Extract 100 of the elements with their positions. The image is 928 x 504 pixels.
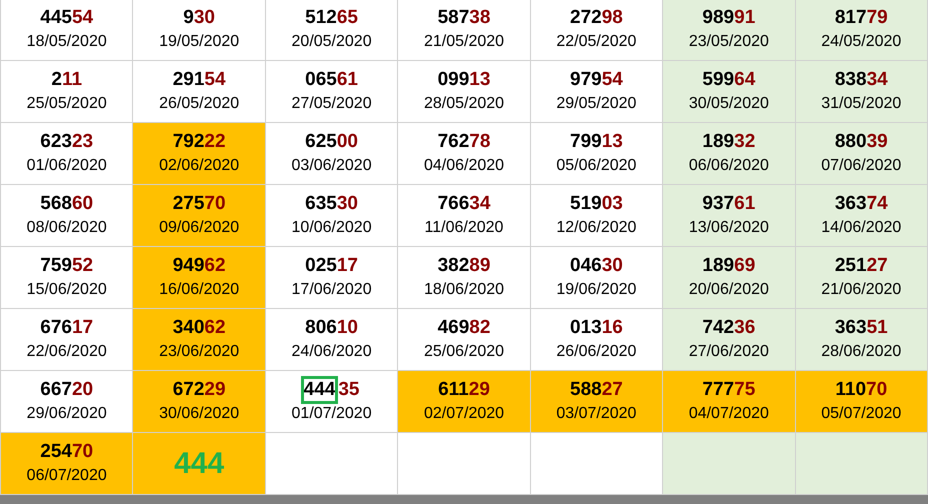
- lottery-number: 11070: [835, 379, 888, 401]
- draw-date: 01/06/2020: [26, 156, 107, 176]
- lottery-number: 27570: [172, 193, 226, 215]
- draw-date: 25/05/2020: [26, 94, 107, 114]
- draw-date: 19/05/2020: [159, 32, 240, 52]
- draw-date: 29/06/2020: [26, 404, 107, 424]
- lottery-number: 211: [51, 69, 82, 91]
- draw-date: 25/06/2020: [424, 342, 504, 362]
- lottery-number: 79913: [570, 131, 623, 153]
- draw-date: 18/06/2020: [424, 280, 504, 300]
- lottery-number: 76634: [438, 193, 490, 215]
- lottery-number: 77775: [702, 379, 756, 401]
- lottery-number: 59964: [702, 69, 756, 91]
- lottery-number: 61129: [438, 379, 490, 401]
- draw-date: 06/07/2020: [26, 466, 107, 486]
- lottery-number: 67617: [40, 317, 94, 339]
- draw-date: 10/06/2020: [292, 218, 372, 238]
- draw-date: 31/05/2020: [821, 94, 902, 114]
- draw-date: 14/06/2020: [821, 218, 902, 238]
- draw-date: 04/07/2020: [688, 404, 769, 424]
- lottery-number: 56860: [40, 193, 94, 215]
- draw-date: 29/05/2020: [556, 94, 636, 114]
- lottery-number: 36374: [834, 193, 888, 215]
- draw-date: 27/05/2020: [292, 94, 372, 114]
- draw-date: 22/05/2020: [556, 32, 636, 52]
- lottery-number: 02517: [305, 255, 358, 277]
- draw-date: 05/07/2020: [821, 404, 902, 424]
- draw-date: 03/07/2020: [556, 404, 636, 424]
- draw-date: 02/06/2020: [159, 156, 240, 176]
- lottery-number: 98991: [702, 7, 756, 29]
- lottery-number: 18932: [702, 131, 756, 153]
- lottery-number: 18969: [702, 255, 756, 277]
- lottery-number: 88039: [834, 131, 888, 153]
- draw-date: 17/06/2020: [292, 280, 372, 300]
- lottery-number: 29154: [172, 69, 226, 91]
- draw-date: 05/06/2020: [556, 156, 636, 176]
- lottery-number: 04630: [570, 255, 623, 277]
- draw-date: 27/06/2020: [688, 342, 769, 362]
- draw-date: 21/06/2020: [821, 280, 902, 300]
- draw-date: 07/06/2020: [821, 156, 902, 176]
- draw-date: 22/06/2020: [26, 342, 107, 362]
- draw-date: 12/06/2020: [556, 218, 636, 238]
- draw-date: 08/06/2020: [26, 218, 107, 238]
- lottery-number: 63530: [305, 193, 358, 215]
- draw-date: 18/05/2020: [26, 32, 107, 52]
- lottery-number: 75952: [40, 255, 94, 277]
- lottery-number: 27298: [570, 7, 623, 29]
- highlight-number: 444: [174, 448, 224, 478]
- lottery-number: 38289: [438, 255, 490, 277]
- lottery-number: 09913: [438, 69, 490, 91]
- lottery-number: 76278: [438, 131, 490, 153]
- lottery-number: 58827: [570, 379, 623, 401]
- lottery-number: 67229: [172, 379, 226, 401]
- lottery-number: 01316: [570, 317, 623, 339]
- draw-date: 20/05/2020: [292, 32, 372, 52]
- draw-date: 21/05/2020: [424, 32, 504, 52]
- draw-date: 11/06/2020: [424, 218, 504, 238]
- lottery-number: 97954: [570, 69, 623, 91]
- draw-date: 23/06/2020: [159, 342, 240, 362]
- lottery-number: 62500: [305, 131, 358, 153]
- draw-date: 13/06/2020: [688, 218, 769, 238]
- draw-date: 09/06/2020: [159, 218, 240, 238]
- lottery-number: 83834: [834, 69, 888, 91]
- lottery-number: 930: [183, 7, 215, 29]
- draw-date: 03/06/2020: [292, 156, 372, 176]
- lottery-number: 74236: [702, 317, 756, 339]
- draw-date: 16/06/2020: [159, 280, 240, 300]
- draw-date: 02/07/2020: [424, 404, 504, 424]
- draw-date: 19/06/2020: [556, 280, 636, 300]
- lottery-number: 44435: [304, 379, 360, 401]
- lottery-number: 66720: [40, 379, 94, 401]
- lottery-number: 06561: [305, 69, 358, 91]
- lottery-number: 62323: [40, 131, 94, 153]
- lottery-number: 94962: [172, 255, 226, 277]
- lottery-number: 36351: [834, 317, 888, 339]
- draw-date: 30/05/2020: [688, 94, 769, 114]
- lottery-number: 79222: [172, 131, 226, 153]
- draw-date: 20/06/2020: [688, 280, 769, 300]
- draw-date: 04/06/2020: [424, 156, 504, 176]
- lottery-number: 44554: [40, 7, 94, 29]
- draw-date: 15/06/2020: [26, 280, 107, 300]
- draw-date: 23/05/2020: [688, 32, 769, 52]
- draw-date: 06/06/2020: [688, 156, 769, 176]
- lottery-number: 25127: [834, 255, 888, 277]
- draw-date: 01/07/2020: [292, 404, 372, 424]
- draw-date: 28/06/2020: [821, 342, 902, 362]
- lottery-number: 80610: [305, 317, 358, 339]
- draw-date: 24/06/2020: [292, 342, 372, 362]
- draw-date: 30/06/2020: [159, 404, 240, 424]
- draw-date: 24/05/2020: [821, 32, 902, 52]
- draw-date: 26/05/2020: [159, 94, 240, 114]
- draw-date: 28/05/2020: [424, 94, 504, 114]
- lottery-number: 81779: [834, 7, 888, 29]
- lottery-number: 51265: [305, 7, 358, 29]
- lottery-number: 93761: [702, 193, 756, 215]
- lottery-number: 46982: [438, 317, 490, 339]
- lottery-number: 58738: [438, 7, 490, 29]
- lottery-number: 51903: [570, 193, 623, 215]
- lottery-number: 25470: [40, 441, 94, 463]
- lottery-number: 34062: [172, 317, 226, 339]
